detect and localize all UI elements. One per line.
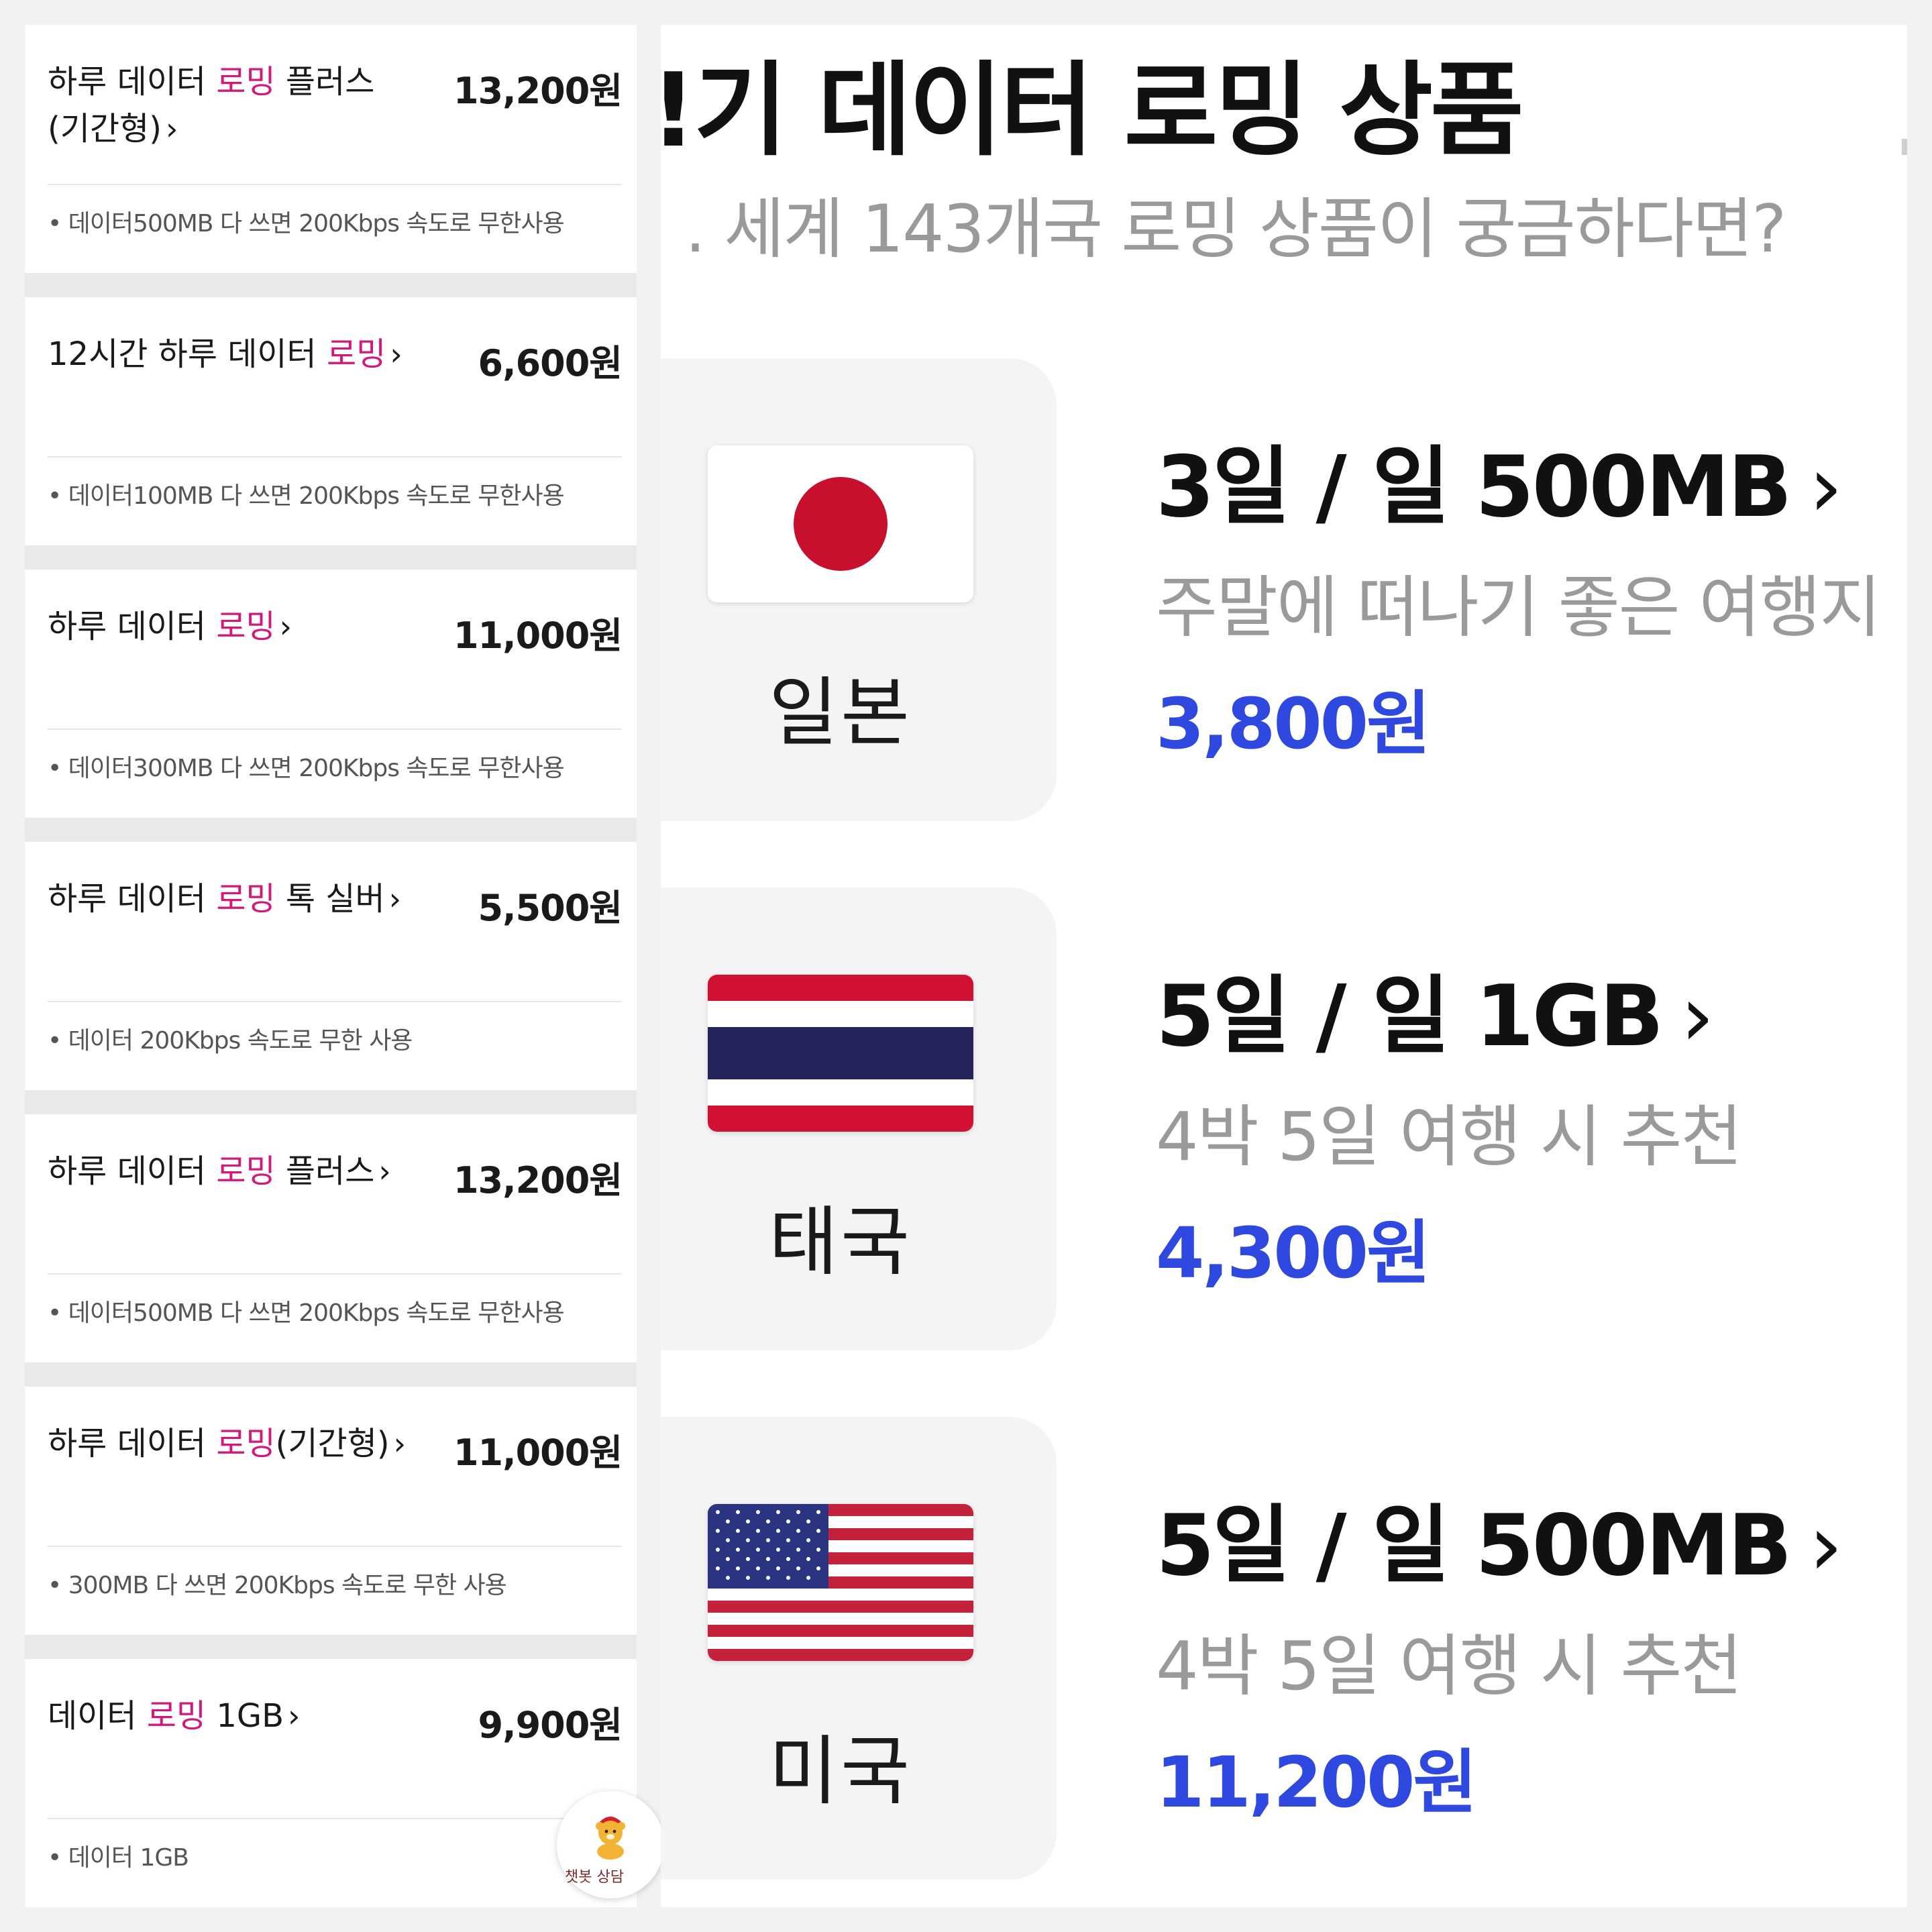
- plan-card[interactable]: 데이터 로밍 1GB › 9,900원 • 데이터 1GB: [25, 1659, 637, 1907]
- japan-flag-icon: [708, 445, 973, 602]
- plan-card[interactable]: 하루 데이터 로밍(기간형) › 11,000원 • 300MB 다 쓰면 200…: [25, 1387, 637, 1635]
- roaming-plan-list: 하루 데이터 로밍 플러스 (기간형) › 13,200원 • 데이터500MB …: [25, 25, 637, 1907]
- plan-card[interactable]: 12시간 하루 데이터 로밍 › 6,600원 • 데이터100MB 다 쓰면 2…: [25, 297, 637, 545]
- plan-description: • 데이터500MB 다 쓰면 200Kbps 속도로 무한사용: [48, 1299, 565, 1327]
- plan-name-text: 하루 데이터: [48, 1425, 217, 1462]
- divider: [48, 1001, 622, 1002]
- plan-title[interactable]: 5일 / 일 500MB ›: [1156, 1477, 1843, 1599]
- divider: [48, 729, 622, 730]
- plan-price: 6,600원: [478, 342, 623, 384]
- roaming-keyword: 로밍: [326, 335, 386, 373]
- chevron-right-icon: ›: [288, 1698, 301, 1734]
- plan-name[interactable]: 하루 데이터 로밍(기간형) ›: [48, 1420, 450, 1467]
- roaming-keyword: 로밍: [146, 1697, 207, 1735]
- roaming-keyword: 로밍: [216, 608, 276, 645]
- country-plan-usa[interactable]: 미국 5일 / 일 500MB › 4박 5일 여행 시 추천 11,200원: [661, 1417, 1907, 1886]
- usa-flag-icon: [708, 1504, 973, 1661]
- chevron-right-icon: ›: [279, 608, 292, 645]
- plan-description: • 데이터300MB 다 쓰면 200Kbps 속도로 무한사용: [48, 755, 565, 782]
- chevron-right-icon: ›: [390, 336, 402, 372]
- plan-price: 13,200원: [453, 70, 623, 112]
- plan-title-text: 5일 / 일 1GB: [1156, 967, 1664, 1065]
- plan-description: • 데이터100MB 다 쓰면 200Kbps 속도로 무한사용: [48, 482, 565, 510]
- plan-title-text: 5일 / 일 500MB: [1156, 1496, 1792, 1595]
- country-name: 미국: [768, 1728, 913, 1815]
- plan-name-text: 톡 실버: [275, 880, 385, 918]
- chatbot-button[interactable]: 챗봇 상담: [557, 1791, 664, 1898]
- plan-price: 13,200원: [453, 1159, 623, 1201]
- plan-description: • 데이터500MB 다 쓰면 200Kbps 속도로 무한사용: [48, 210, 565, 237]
- plan-name-text: 12시간 하루 데이터: [48, 335, 327, 373]
- chevron-right-icon: ›: [1809, 437, 1843, 536]
- plan-name[interactable]: 하루 데이터 로밍 톡 실버 ›: [48, 875, 450, 922]
- featured-roaming-panel: !기 데이터 로밍 상품 . 세계 143개국 로밍 상품이 궁금하다면? 일본…: [661, 25, 1907, 1907]
- plan-name[interactable]: 하루 데이터 로밍 ›: [48, 603, 450, 650]
- roaming-keyword: 로밍: [216, 1152, 276, 1190]
- plan-card[interactable]: 하루 데이터 로밍 › 11,000원 • 데이터300MB 다 쓰면 200Kb…: [25, 570, 637, 818]
- plan-name-text: 하루 데이터: [48, 880, 217, 918]
- divider: [48, 184, 622, 185]
- chevron-right-icon: ›: [378, 1153, 391, 1189]
- plan-name-text: (기간형): [275, 1425, 390, 1462]
- scroll-edge-mark: [1902, 139, 1907, 155]
- roaming-keyword: 로밍: [216, 63, 276, 101]
- plan-price: 4,300원: [1156, 1212, 1431, 1294]
- chatbot-label: 챗봇 상담: [565, 1869, 624, 1886]
- country-plan-japan[interactable]: 일본 3일 / 일 500MB › 주말에 떠나기 좋은 여행지 3,800원: [661, 358, 1907, 828]
- plan-price: 5,500원: [478, 887, 623, 929]
- plan-name-text: 하루 데이터: [48, 1152, 217, 1190]
- plan-subtitle: 주말에 떠나기 좋은 여행지: [1156, 568, 1881, 647]
- plan-name[interactable]: 하루 데이터 로밍 플러스 (기간형) ›: [48, 58, 450, 152]
- plan-price: 11,200원: [1156, 1741, 1477, 1823]
- plan-price: 11,000원: [453, 1432, 623, 1474]
- country-tile[interactable]: 일본: [661, 358, 1057, 821]
- plan-card[interactable]: 하루 데이터 로밍 플러스 › 13,200원 • 데이터500MB 다 쓰면 2…: [25, 1114, 637, 1362]
- plan-price: 9,900원: [478, 1704, 623, 1746]
- plan-description: • 300MB 다 쓰면 200Kbps 속도로 무한 사용: [48, 1572, 507, 1599]
- plan-description: • 데이터 1GB: [48, 1844, 189, 1872]
- plan-name[interactable]: 12시간 하루 데이터 로밍 ›: [48, 331, 450, 378]
- divider: [48, 456, 622, 458]
- roaming-keyword: 로밍: [216, 1425, 276, 1462]
- chevron-right-icon: ›: [388, 881, 402, 917]
- plan-name[interactable]: 데이터 로밍 1GB ›: [48, 1693, 450, 1739]
- bear-mascot-icon: [590, 1813, 631, 1862]
- plan-price: 11,000원: [453, 614, 623, 657]
- plan-name-text: 데이터: [48, 1697, 147, 1735]
- country-name: 태국: [768, 1199, 913, 1286]
- plan-subtitle: 4박 5일 여행 시 추천: [1156, 1627, 1742, 1705]
- page-subtitle: . 세계 143개국 로밍 상품이 궁금하다면?: [685, 191, 1786, 268]
- chevron-right-icon: ›: [1680, 967, 1714, 1065]
- roaming-keyword: 로밍: [216, 880, 276, 918]
- plan-name-text: 하루 데이터: [48, 608, 217, 645]
- divider: [48, 1546, 622, 1547]
- plan-description: • 데이터 200Kbps 속도로 무한 사용: [48, 1027, 413, 1055]
- plan-subtitle: 4박 5일 여행 시 추천: [1156, 1097, 1742, 1176]
- plan-card[interactable]: 하루 데이터 로밍 톡 실버 › 5,500원 • 데이터 200Kbps 속도로…: [25, 842, 637, 1090]
- plan-name-text: 1GB: [206, 1697, 284, 1735]
- plan-name[interactable]: 하루 데이터 로밍 플러스 ›: [48, 1148, 450, 1195]
- country-name: 일본: [768, 669, 913, 757]
- plan-title[interactable]: 5일 / 일 1GB ›: [1156, 948, 1715, 1070]
- plan-card[interactable]: 하루 데이터 로밍 플러스 (기간형) › 13,200원 • 데이터500MB …: [25, 25, 637, 273]
- page-title: !기 데이터 로밍 상품: [661, 51, 1524, 170]
- plan-title-text: 3일 / 일 500MB: [1156, 437, 1792, 536]
- collage-frame: 하루 데이터 로밍 플러스 (기간형) › 13,200원 • 데이터500MB …: [0, 0, 1932, 1932]
- chevron-right-icon: ›: [165, 111, 178, 147]
- plan-title[interactable]: 3일 / 일 500MB ›: [1156, 419, 1843, 541]
- plan-name-text: 플러스: [275, 1152, 375, 1190]
- divider: [48, 1818, 622, 1819]
- chevron-right-icon: ›: [1809, 1496, 1843, 1595]
- country-plan-thailand[interactable]: 태국 5일 / 일 1GB › 4박 5일 여행 시 추천 4,300원: [661, 888, 1907, 1357]
- divider: [48, 1273, 622, 1275]
- plan-name-text: 하루 데이터: [48, 63, 217, 101]
- plan-price: 3,800원: [1156, 683, 1431, 765]
- chevron-right-icon: ›: [393, 1426, 406, 1462]
- country-tile[interactable]: 태국: [661, 888, 1057, 1350]
- country-tile[interactable]: 미국: [661, 1417, 1057, 1880]
- thailand-flag-icon: [708, 975, 973, 1132]
